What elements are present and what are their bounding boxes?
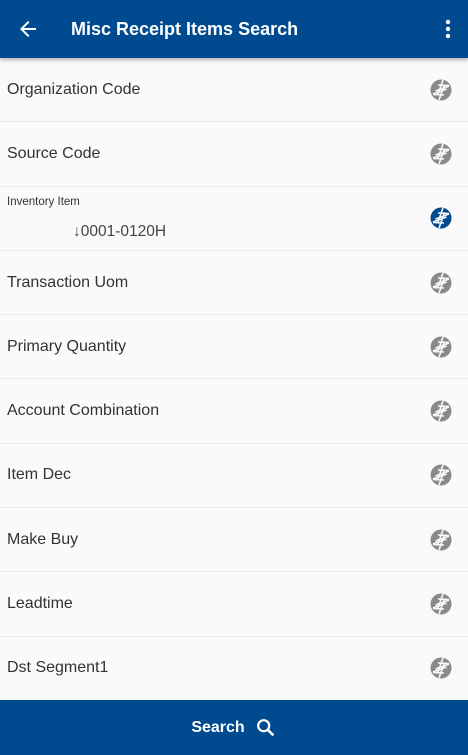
field-item-dec[interactable]: Item Dec [0,444,468,509]
field-dst-segment1[interactable]: Dst Segment1 [0,637,468,701]
field-label: Dst Segment1 [7,659,109,677]
search-label: Search [191,718,245,736]
search-icon [256,718,274,736]
field-inventory-item[interactable]: Inventory Item ↓0001-0120H [0,187,468,251]
aperture-icon[interactable] [430,79,452,101]
field-organization-code[interactable]: Organization Code [0,58,468,123]
field-make-buy[interactable]: Make Buy [0,508,468,573]
aperture-icon[interactable] [430,272,452,294]
field-label: Transaction Uom [7,273,129,291]
page-title: Misc Receipt Items Search [71,18,299,39]
field-account-combination[interactable]: Account Combination [0,379,468,444]
aperture-icon[interactable] [430,464,452,486]
aperture-icon[interactable] [430,336,452,358]
field-label: Inventory Item [7,195,80,208]
aperture-icon[interactable] [430,143,452,165]
field-label: Item Dec [7,466,72,484]
field-primary-quantity[interactable]: Primary Quantity [0,315,468,380]
search-field-list: Organization Code Source Code Inventory … [0,58,468,701]
field-label: Organization Code [7,80,141,98]
field-label: Source Code [7,144,101,162]
field-label: Account Combination [7,402,160,420]
field-source-code[interactable]: Source Code [0,122,468,187]
app-header: Misc Receipt Items Search [0,0,468,58]
field-leadtime[interactable]: Leadtime [0,572,468,637]
aperture-icon[interactable] [430,593,452,615]
inventory-item-value: 0001-0120H [80,222,167,240]
field-label: Make Buy [7,530,79,548]
aperture-icon[interactable] [430,657,452,679]
field-label: Primary Quantity [7,337,127,355]
field-value: ↓0001-0120H [73,223,166,241]
aperture-icon[interactable] [430,207,452,229]
aperture-icon[interactable] [430,400,452,422]
arrow-down-icon: ↓ [73,222,81,240]
more-vert-icon[interactable] [436,17,460,41]
field-label: Leadtime [7,595,73,613]
arrow-left-icon[interactable] [16,17,40,41]
field-transaction-uom[interactable]: Transaction Uom [0,251,468,316]
search-button[interactable]: Search [0,700,468,755]
aperture-icon[interactable] [430,529,452,551]
